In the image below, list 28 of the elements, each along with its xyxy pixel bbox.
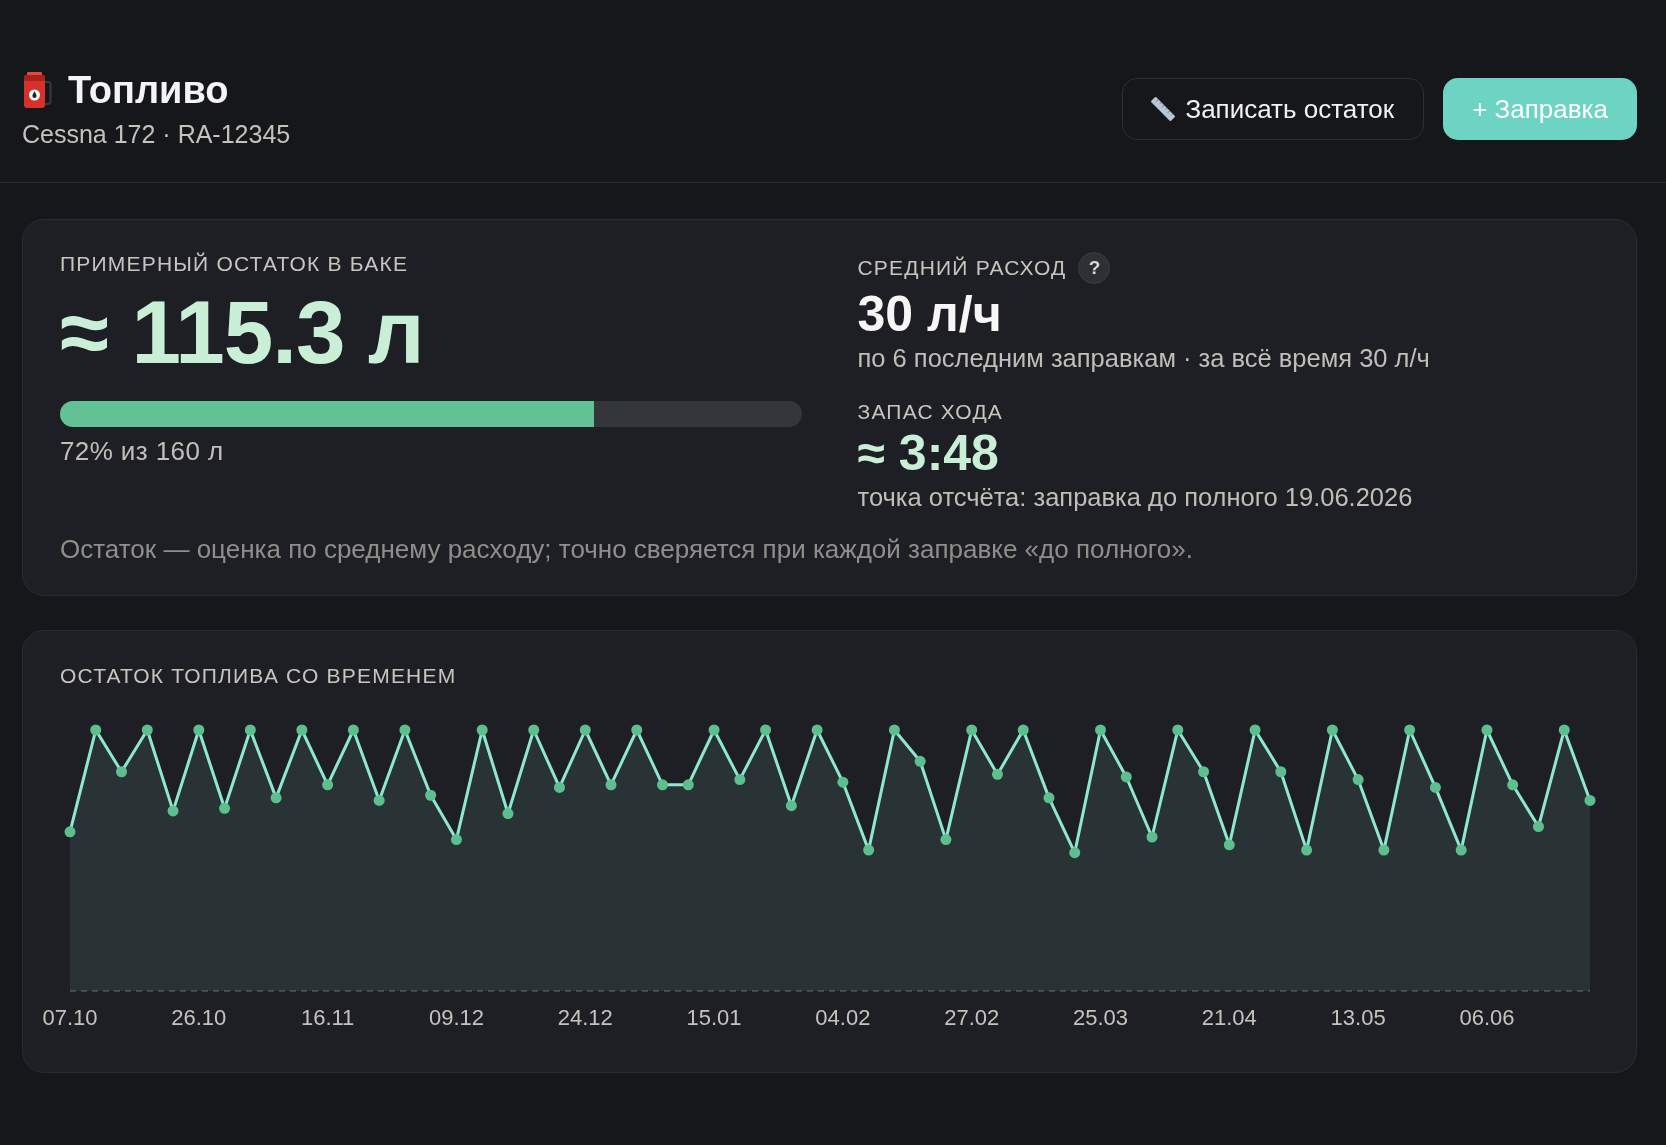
x-axis-label: 27.02 (944, 1005, 1000, 1030)
x-axis-label: 26.10 (171, 1005, 227, 1030)
x-axis-label: 13.05 (1330, 1005, 1386, 1030)
x-axis-label: 21.04 (1201, 1005, 1257, 1030)
consumption-label: СРЕДНИЙ РАСХОД (857, 255, 1067, 280)
x-axis-label: 07.10 (42, 1005, 98, 1030)
aircraft-subtitle: Cessna 172 · RA-12345 (22, 119, 291, 149)
help-button[interactable]: ? (1078, 251, 1111, 284)
range-value: ≈ 3:48 (857, 428, 1000, 478)
range-label: ЗАПАС ХОДА (857, 399, 1004, 424)
x-axis-label: 16.11 (300, 1005, 355, 1030)
record-remaining-button[interactable]: Записать остаток (1122, 77, 1425, 140)
consumption-value: 30 л/ч (857, 289, 1003, 339)
x-axis-label: 25.03 (1073, 1005, 1129, 1030)
page-title: Топливо (68, 68, 229, 112)
x-axis-label: 06.06 (1459, 1005, 1515, 1030)
estimate-note: Остаток — оценка по среднему расходу; точно сверяется при каждой заправке «до полного». (60, 534, 1194, 564)
fuel-pump-icon (22, 71, 54, 109)
range-caption: точка отсчёта: заправка до полного 19.06.2026 (857, 482, 1414, 512)
x-axis-label: 04.02 (815, 1005, 871, 1030)
x-axis-label: 15.01 (686, 1005, 742, 1030)
chart-title: ОСТАТОК ТОПЛИВА СО ВРЕМЕНЕМ (60, 663, 458, 688)
consumption-caption: по 6 последним заправкам · за всё время 30 л/ч (857, 343, 1431, 373)
remaining-label: ПРИМЕРНЫЙ ОСТАТОК В БАКЕ (60, 251, 410, 276)
remaining-value: ≈ 115.3 л (60, 288, 425, 377)
x-axis-label: 09.12 (428, 1005, 484, 1030)
remaining-caption: 72% из 160 л (60, 436, 225, 466)
x-axis-label: 24.12 (557, 1005, 613, 1030)
